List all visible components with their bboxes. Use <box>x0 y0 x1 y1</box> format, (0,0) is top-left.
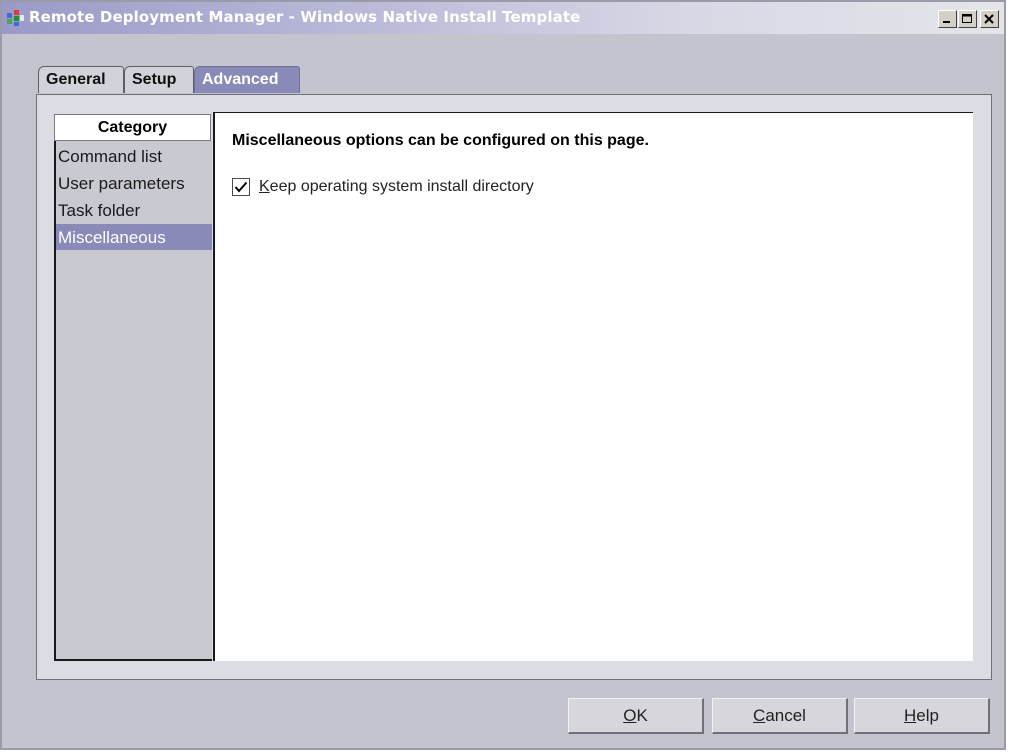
close-icon <box>984 14 994 24</box>
keep-install-directory-option[interactable]: Keep operating system install directory <box>232 176 534 198</box>
maximize-button[interactable] <box>958 10 977 28</box>
help-button[interactable]: Help <box>854 698 990 734</box>
minimize-icon <box>943 21 950 23</box>
category-item-miscellaneous[interactable]: Miscellaneous <box>56 224 212 250</box>
close-button[interactable] <box>980 10 999 28</box>
category-item-task-folder[interactable]: Task folder <box>56 197 212 223</box>
title-bar[interactable]: Remote Deployment Manager - Windows Nati… <box>2 2 1004 34</box>
minimize-button[interactable] <box>938 10 957 28</box>
cancel-label: ancel <box>765 706 806 725</box>
tab-general[interactable]: General <box>38 66 124 93</box>
window-title: Remote Deployment Manager - Windows Nati… <box>29 8 581 26</box>
checkbox-mnemonic: K <box>259 178 270 195</box>
ok-mnemonic: O <box>623 706 637 725</box>
category-list: Command list User parameters Task folder… <box>54 141 212 661</box>
category-item-user-parameters[interactable]: User parameters <box>56 170 212 196</box>
category-header: Category <box>54 114 211 141</box>
checkbox-label-text: eep operating system install directory <box>269 178 534 195</box>
dialog-window: Remote Deployment Manager - Windows Nati… <box>0 0 1006 750</box>
cancel-mnemonic: C <box>753 706 766 725</box>
help-mnemonic: H <box>904 706 917 725</box>
keep-install-directory-checkbox[interactable] <box>232 178 250 196</box>
checkmark-icon <box>234 181 248 193</box>
checkbox-label: Keep operating system install directory <box>259 178 534 196</box>
rdm-app-icon <box>6 9 26 27</box>
ok-label: K <box>636 706 648 725</box>
tab-advanced[interactable]: Advanced <box>194 66 300 93</box>
ok-button[interactable]: OK <box>568 698 704 734</box>
page-heading: Miscellaneous options can be configured … <box>232 132 649 149</box>
tab-setup[interactable]: Setup <box>124 66 194 93</box>
category-item-command-list[interactable]: Command list <box>56 143 212 169</box>
cancel-button[interactable]: Cancel <box>712 698 848 734</box>
help-label: elp <box>916 706 939 725</box>
maximize-icon <box>962 14 972 23</box>
